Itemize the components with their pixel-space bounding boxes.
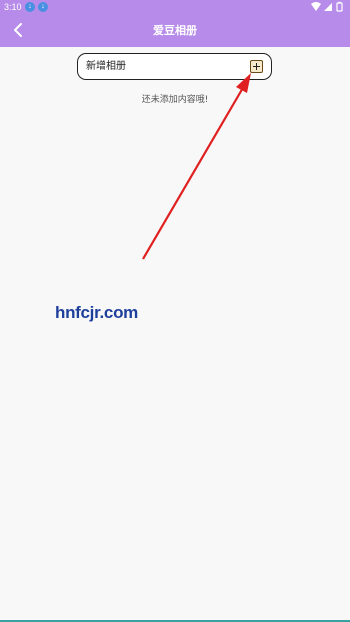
new-album-label: 新增相册: [86, 61, 126, 72]
page-title: 爱豆相册: [153, 24, 197, 37]
wifi-icon: [311, 2, 321, 11]
watermark-text: hnfcjr.com: [55, 303, 138, 322]
status-time: 3:10: [4, 2, 22, 12]
app-header: 爱豆相册: [0, 14, 350, 47]
battery-icon: [336, 1, 343, 12]
notification-icon: ↓: [38, 2, 48, 12]
system-status-icons: [310, 1, 346, 13]
notification-icon: ↓: [25, 2, 35, 12]
new-album-row[interactable]: 新增相册: [77, 53, 272, 80]
signal-icon: [324, 3, 332, 11]
add-album-button[interactable]: [250, 60, 263, 73]
empty-state-message: 还未添加内容哦!: [141, 95, 209, 105]
status-bar: 3:10 ↓ ↓: [0, 0, 350, 14]
